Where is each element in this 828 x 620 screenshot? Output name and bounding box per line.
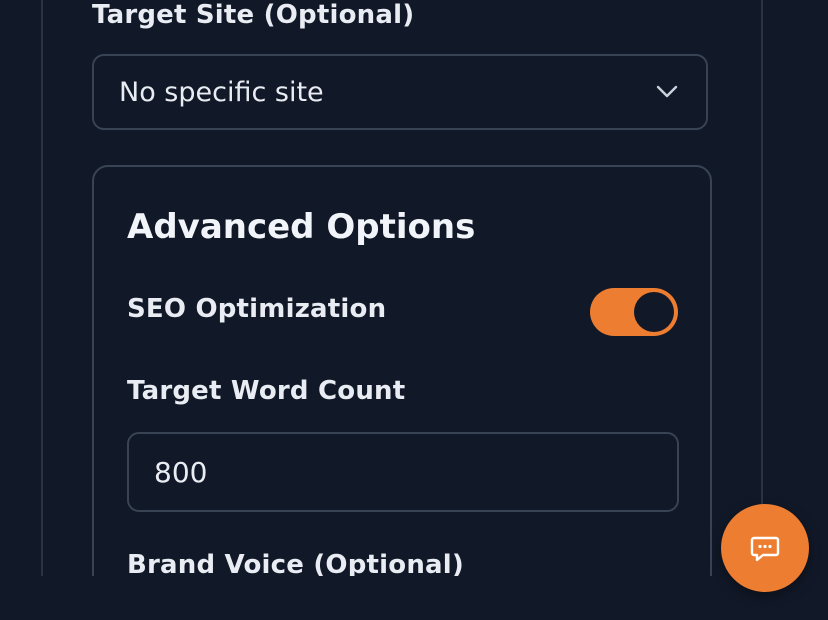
target-site-select[interactable]: No specific site xyxy=(92,54,708,130)
advanced-options-title: Advanced Options xyxy=(127,207,476,247)
brand-voice-label: Brand Voice (Optional) xyxy=(127,550,464,576)
chevron-down-icon xyxy=(656,85,678,99)
seo-optimization-label: SEO Optimization xyxy=(127,294,387,324)
advanced-options-card: Advanced Options SEO Optimization Target… xyxy=(92,165,712,576)
chat-button[interactable] xyxy=(721,504,809,592)
target-word-count-input[interactable]: 800 xyxy=(127,432,679,512)
chat-message-icon xyxy=(749,532,781,564)
target-site-label: Target Site (Optional) xyxy=(92,0,415,30)
viewport: Target Site (Optional) No specific site … xyxy=(0,0,828,620)
target-word-count-label: Target Word Count xyxy=(127,376,406,406)
target-site-select-value: No specific site xyxy=(119,76,324,108)
form-panel: Target Site (Optional) No specific site … xyxy=(41,0,763,576)
toggle-knob xyxy=(634,292,674,332)
target-word-count-value: 800 xyxy=(154,455,208,489)
seo-optimization-toggle[interactable] xyxy=(590,288,678,336)
